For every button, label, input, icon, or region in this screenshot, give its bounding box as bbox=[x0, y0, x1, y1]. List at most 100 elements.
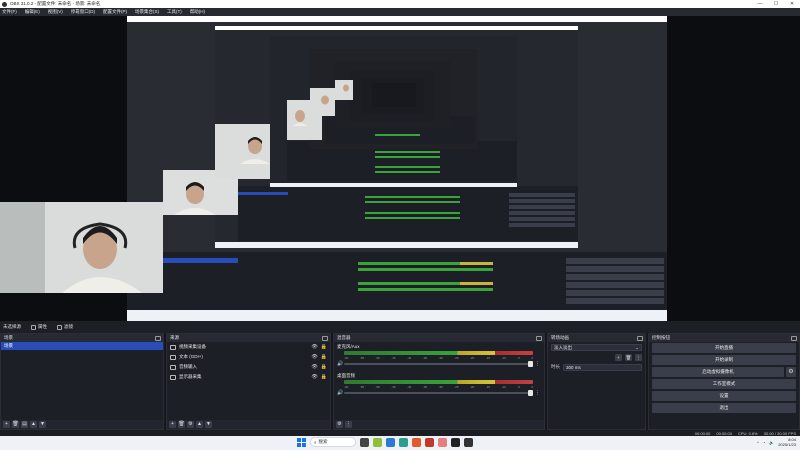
windows-start-icon[interactable] bbox=[297, 437, 306, 447]
stream-time: 00:00:00 bbox=[694, 430, 711, 436]
add-scene-button[interactable]: + bbox=[3, 421, 10, 428]
visibility-eye-icon[interactable]: 👁 bbox=[311, 344, 317, 350]
mirror-meter-4b bbox=[375, 134, 420, 136]
source-item[interactable]: 文本 (GDI+) 👁 🔒 bbox=[167, 352, 330, 362]
start-streaming-button[interactable]: 开始直播 bbox=[652, 343, 796, 353]
duration-input[interactable]: 300 ms bbox=[563, 363, 642, 371]
webcam-feed-6 bbox=[335, 80, 353, 100]
volume-icon[interactable]: 🔈 bbox=[769, 440, 774, 445]
move-source-up-button[interactable]: ▲ bbox=[196, 421, 203, 428]
menu-scene-collection[interactable]: 场景集合(S) bbox=[135, 9, 159, 15]
start-virtual-camera-button[interactable]: 启动虚拟摄像机 bbox=[652, 367, 784, 377]
app-icon[interactable] bbox=[373, 437, 382, 447]
undock-icon[interactable] bbox=[791, 335, 797, 341]
volume-meter bbox=[344, 380, 533, 384]
visibility-eye-icon[interactable]: 👁 bbox=[311, 354, 317, 360]
webcam-feed-large bbox=[0, 202, 163, 293]
mixer-settings-button[interactable]: ⚙ bbox=[336, 421, 343, 428]
speaker-icon[interactable]: 🔊 bbox=[337, 390, 343, 396]
scene-transitions-dock: 转场动画 淡入淡出 ⌄ + 🗑 ⋮ 时长 300 ms bbox=[547, 333, 646, 430]
lock-icon[interactable]: 🔒 bbox=[321, 344, 327, 350]
mirror-titlebar-1 bbox=[127, 16, 667, 22]
speaker-icon[interactable]: 🔊 bbox=[337, 361, 343, 367]
scene-filters-button[interactable]: ▤ bbox=[21, 421, 28, 428]
settings-button[interactable]: 设置 bbox=[652, 391, 796, 401]
source-item[interactable]: 显示器采集 👁 🔒 bbox=[167, 372, 330, 382]
mixer-dock-title: 混音器 bbox=[337, 335, 351, 340]
move-source-down-button[interactable]: ▼ bbox=[205, 421, 212, 428]
slider-handle[interactable] bbox=[528, 390, 533, 396]
lock-icon[interactable]: 🔒 bbox=[321, 364, 327, 370]
mixer-track-desktop: 桌面音频 -60 -55 -50 -45 -40 -35 -30 -25 -20 -15 -10 -5… bbox=[334, 371, 544, 396]
add-source-button[interactable]: + bbox=[169, 421, 176, 428]
source-item[interactable]: 视频采集设备 👁 🔒 bbox=[167, 342, 330, 352]
mixer-menu-icon[interactable]: ⋮ bbox=[535, 361, 541, 367]
scenes-dock: 场景 场景 + 🗑 ▤ ▲ ▼ bbox=[0, 333, 164, 430]
mirror-taskbar-2 bbox=[215, 242, 578, 248]
chevron-down-icon: ⌄ bbox=[635, 344, 639, 350]
scene-list-item[interactable]: 场景 bbox=[1, 342, 163, 350]
transition-menu-button[interactable]: ⋮ bbox=[635, 353, 642, 361]
sources-toolbar: + 🗑 ⚙ ▲ ▼ bbox=[167, 420, 330, 429]
menubar: 文件(F) 编辑(E) 视图(V) 停靠窗口(D) 配置文件(P) 场景集合(S… bbox=[0, 8, 800, 16]
obs-taskbar-icon[interactable] bbox=[451, 437, 460, 447]
virtual-camera-row: 启动虚拟摄像机 ⚙ bbox=[652, 367, 796, 377]
undock-icon[interactable] bbox=[637, 335, 643, 341]
menu-docks[interactable]: 停靠窗口(D) bbox=[71, 9, 95, 15]
source-properties-button[interactable]: ⚙ bbox=[187, 421, 194, 428]
maximize-button[interactable]: ☐ bbox=[768, 1, 784, 7]
lock-icon[interactable]: 🔒 bbox=[321, 354, 327, 360]
menu-view[interactable]: 视图(V) bbox=[48, 9, 63, 15]
app-icon[interactable] bbox=[399, 437, 408, 447]
undock-icon[interactable] bbox=[155, 335, 161, 341]
lock-icon[interactable]: 🔒 bbox=[321, 374, 327, 380]
add-transition-button[interactable]: + bbox=[615, 353, 622, 361]
move-scene-up-button[interactable]: ▲ bbox=[30, 421, 37, 428]
visibility-eye-icon[interactable]: 👁 bbox=[311, 374, 317, 380]
network-icon[interactable]: ◔ bbox=[763, 440, 765, 445]
visibility-eye-icon[interactable]: 👁 bbox=[311, 364, 317, 370]
menu-profile[interactable]: 配置文件(P) bbox=[103, 9, 127, 15]
menu-tools[interactable]: 工具(T) bbox=[167, 9, 182, 15]
taskbar-search[interactable]: ⌕ 搜索 bbox=[310, 437, 356, 447]
slider-handle[interactable] bbox=[528, 361, 533, 367]
exit-button[interactable]: 退出 bbox=[652, 403, 796, 413]
chevron-up-icon[interactable]: ^ bbox=[757, 440, 759, 445]
mixer-menu-button[interactable]: ⋮ bbox=[345, 421, 352, 428]
studio-mode-button[interactable]: 工作室模式 bbox=[652, 379, 796, 389]
menu-help[interactable]: 帮助(H) bbox=[190, 9, 205, 15]
minimize-button[interactable]: — bbox=[752, 1, 768, 7]
clock[interactable]: 8:04 2025/1/23 bbox=[778, 437, 796, 447]
undock-icon[interactable] bbox=[536, 335, 542, 341]
task-view-icon[interactable] bbox=[360, 437, 369, 447]
system-tray: ^ ◔ 🔈 8:04 2025/1/23 bbox=[757, 437, 796, 447]
app-icon[interactable] bbox=[425, 437, 434, 447]
preview-canvas[interactable] bbox=[0, 16, 800, 321]
volume-slider[interactable] bbox=[344, 361, 533, 367]
menu-edit[interactable]: 编辑(E) bbox=[25, 9, 40, 15]
undock-icon[interactable] bbox=[322, 335, 328, 341]
app-icon[interactable] bbox=[464, 437, 473, 447]
menu-file[interactable]: 文件(F) bbox=[2, 9, 17, 15]
close-button[interactable]: ✕ bbox=[784, 1, 800, 7]
camera-icon bbox=[170, 344, 176, 350]
remove-transition-button[interactable]: 🗑 bbox=[625, 353, 632, 361]
volume-slider[interactable] bbox=[344, 390, 533, 396]
source-item[interactable]: 音频输入 👁 🔒 bbox=[167, 362, 330, 372]
remove-scene-button[interactable]: 🗑 bbox=[12, 421, 19, 428]
transition-select[interactable]: 淡入淡出 ⌄ bbox=[551, 343, 642, 351]
properties-button[interactable]: 属性 bbox=[31, 324, 47, 330]
mixer-menu-icon[interactable]: ⋮ bbox=[535, 390, 541, 396]
source-name: 显示器采集 bbox=[179, 374, 202, 379]
taskbar-center: ⌕ 搜索 bbox=[297, 437, 473, 447]
start-recording-button[interactable]: 开始录制 bbox=[652, 355, 796, 365]
filters-button[interactable]: 滤镜 bbox=[57, 324, 73, 330]
app-icon[interactable] bbox=[438, 437, 447, 447]
remove-source-button[interactable]: 🗑 bbox=[178, 421, 185, 428]
app-icon[interactable] bbox=[412, 437, 421, 447]
edge-icon[interactable] bbox=[386, 437, 395, 447]
source-toolbar: 未选择源 属性 滤镜 bbox=[0, 321, 800, 333]
gear-icon[interactable]: ⚙ bbox=[786, 367, 796, 377]
webcam-feed-5 bbox=[310, 88, 335, 116]
move-scene-down-button[interactable]: ▼ bbox=[39, 421, 46, 428]
